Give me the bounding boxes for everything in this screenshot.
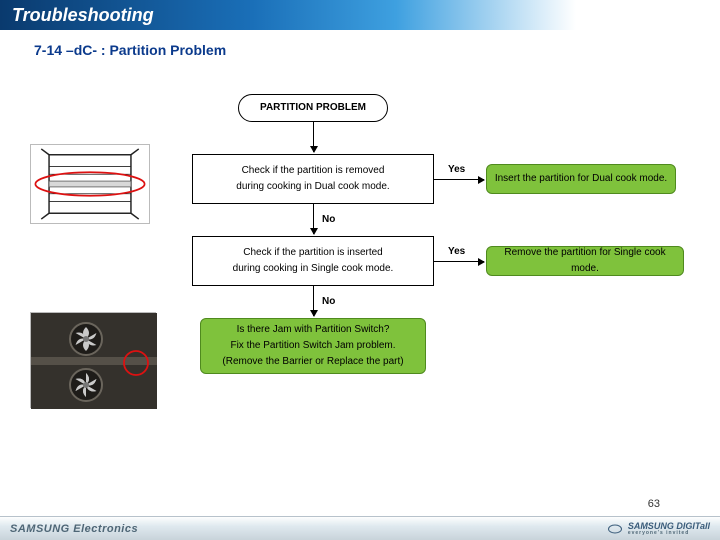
page-number: 63 xyxy=(648,498,660,510)
node-final: Is there Jam with Partition Switch? Fix … xyxy=(200,318,426,374)
photo-oven-interior xyxy=(30,312,156,408)
samsung-ellipse-icon xyxy=(608,522,622,536)
check2-line2: during cooking in Single cook mode. xyxy=(233,261,394,277)
check2-line1: Check if the partition is inserted xyxy=(243,245,383,261)
node-check2: Check if the partition is inserted durin… xyxy=(192,236,434,286)
check1-line1: Check if the partition is removed xyxy=(242,163,385,179)
header-bar: Troubleshooting xyxy=(0,0,720,30)
footer-tag: everyone's invited xyxy=(628,531,710,536)
illustration-oven-rack xyxy=(30,144,150,224)
label-no-1: No xyxy=(322,214,335,225)
action1-text: Insert the partition for Dual cook mode. xyxy=(495,171,667,187)
footer-right: SAMSUNG DIGITall everyone's invited xyxy=(608,522,710,536)
label-yes-2: Yes xyxy=(448,246,465,257)
check1-line2: during cooking in Dual cook mode. xyxy=(236,179,389,195)
final-line2: Fix the Partition Switch Jam problem. xyxy=(230,338,395,354)
page-subtitle: 7-14 –dC- : Partition Problem xyxy=(0,30,720,64)
oven-interior-icon xyxy=(31,313,157,409)
footer-bar: SAMSUNG Electronics SAMSUNG DIGITall eve… xyxy=(0,516,720,540)
arrow-start-to-check1 xyxy=(313,122,314,152)
arrow-check2-yes xyxy=(434,261,484,262)
final-line3: (Remove the Barrier or Replace the part) xyxy=(222,354,403,370)
node-start: PARTITION PROBLEM xyxy=(238,94,388,122)
node-action1: Insert the partition for Dual cook mode. xyxy=(486,164,676,194)
footer-brand: SAMSUNG Electronics xyxy=(10,523,138,535)
arrow-check2-no xyxy=(313,286,314,316)
final-line1: Is there Jam with Partition Switch? xyxy=(237,322,390,338)
node-start-label: PARTITION PROBLEM xyxy=(260,100,366,116)
label-yes-1: Yes xyxy=(448,164,465,175)
node-check1: Check if the partition is removed during… xyxy=(192,154,434,204)
arrow-check1-no xyxy=(313,204,314,234)
flowchart-area: PARTITION PROBLEM Check if the partition… xyxy=(0,64,720,524)
oven-rack-icon xyxy=(31,145,149,223)
node-action2: Remove the partition for Single cook mod… xyxy=(486,246,684,276)
action2-text: Remove the partition for Single cook mod… xyxy=(493,245,677,277)
header-title: Troubleshooting xyxy=(12,5,154,26)
label-no-2: No xyxy=(322,296,335,307)
arrow-check1-yes xyxy=(434,179,484,180)
